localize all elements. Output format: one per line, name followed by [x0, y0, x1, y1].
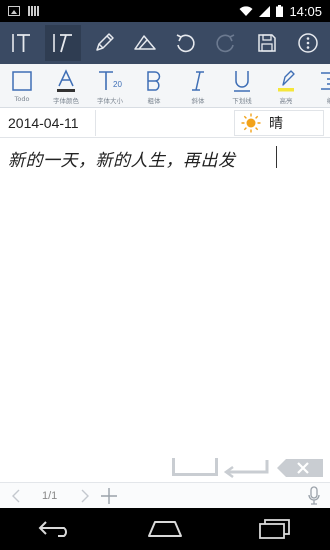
eraser-icon	[133, 35, 156, 50]
status-bar: 14:05	[0, 0, 330, 22]
space-key[interactable]	[172, 458, 218, 476]
indent-icon	[321, 72, 330, 90]
todo-label: Todo	[14, 95, 30, 103]
undo-button[interactable]	[167, 25, 203, 61]
clock-text: 14:05	[289, 3, 322, 19]
redo-button[interactable]	[208, 25, 244, 61]
weather-text: 晴	[269, 115, 283, 132]
text-mode-button[interactable]	[4, 25, 40, 61]
recent-apps-icon	[259, 519, 290, 539]
next-page-button[interactable]	[77, 486, 93, 506]
enter-key[interactable]	[222, 458, 270, 479]
backspace-icon	[277, 459, 323, 477]
pencil-button[interactable]	[86, 25, 122, 61]
italic-text-mode-button[interactable]	[45, 25, 82, 61]
gallery-notification-icon	[8, 6, 20, 16]
chevron-left-icon	[12, 489, 20, 502]
bold-label: 粗体	[147, 97, 161, 105]
signal-icon	[259, 5, 271, 17]
indent-button[interactable]: 缩	[308, 64, 330, 108]
more-options-icon	[297, 33, 318, 53]
handwriting-canvas[interactable]: 新的一天，新的人生，再出发	[0, 138, 330, 458]
bold-icon	[147, 71, 161, 91]
text-mode-icon	[12, 34, 31, 52]
save-button[interactable]	[249, 25, 285, 61]
system-navigation-bar	[0, 508, 330, 550]
home-button[interactable]	[140, 511, 190, 547]
page-indicator: 1/1	[42, 489, 58, 502]
italic-label: 斜体	[191, 97, 205, 105]
more-options-button[interactable]	[290, 25, 326, 61]
chevron-right-icon	[81, 489, 90, 502]
enter-icon	[223, 460, 269, 479]
add-page-button[interactable]	[99, 486, 119, 506]
checkbox-icon	[12, 71, 32, 91]
voice-input-button[interactable]	[306, 485, 322, 507]
weather-selector[interactable]: 晴	[234, 109, 324, 136]
font-size-value: 20	[113, 80, 122, 89]
entry-meta-row: 2014-04-11 晴	[0, 108, 330, 138]
eraser-button[interactable]	[127, 25, 163, 61]
editor-toolbar	[0, 22, 330, 64]
underline-button[interactable]: 下划线	[220, 64, 264, 108]
highlight-button[interactable]: 高亮	[264, 64, 308, 108]
todo-button[interactable]: Todo	[0, 64, 44, 108]
page-navigation-bar: 1/1	[0, 482, 330, 508]
underline-icon	[234, 71, 250, 92]
back-icon	[38, 521, 67, 537]
microphone-icon	[308, 485, 320, 505]
redo-icon	[216, 34, 235, 53]
italic-text-mode-icon	[53, 34, 73, 53]
note-content: 新的一天，新的人生，再出发	[8, 151, 236, 171]
highlight-label: 高亮	[279, 97, 293, 105]
previous-page-button[interactable]	[8, 486, 24, 506]
plus-icon	[101, 487, 118, 504]
font-size-button[interactable]: 20 字体大小	[88, 64, 132, 108]
font-color-icon	[57, 69, 75, 92]
barcode-notification-icon	[28, 6, 39, 16]
wifi-icon	[239, 5, 253, 16]
save-icon	[258, 34, 276, 52]
sun-icon	[241, 113, 261, 132]
text-cursor	[276, 146, 277, 168]
back-button[interactable]	[30, 511, 80, 547]
font-color-label: 字体颜色	[53, 97, 79, 105]
highlighter-icon	[278, 70, 295, 92]
bold-button[interactable]: 粗体	[132, 64, 176, 108]
undo-icon	[177, 34, 195, 53]
italic-button[interactable]: 斜体	[176, 64, 220, 108]
font-size-label: 字体大小	[97, 97, 123, 105]
underline-label: 下划线	[232, 97, 252, 105]
note-editor-screen: 14:05 Todo 字体颜色 20 字体大小 粗体 斜体 下划线 高亮 缩 2…	[0, 0, 330, 550]
recent-apps-button[interactable]	[250, 511, 300, 547]
home-icon	[148, 521, 182, 537]
battery-icon	[276, 5, 284, 17]
italic-icon	[192, 71, 204, 91]
date-field[interactable]: 2014-04-11	[4, 109, 96, 136]
pencil-icon	[96, 33, 114, 51]
format-bar: Todo 字体颜色 20 字体大小 粗体 斜体 下划线 高亮 缩	[0, 64, 330, 108]
font-color-button[interactable]: 字体颜色	[44, 64, 88, 108]
backspace-key[interactable]	[276, 458, 324, 478]
